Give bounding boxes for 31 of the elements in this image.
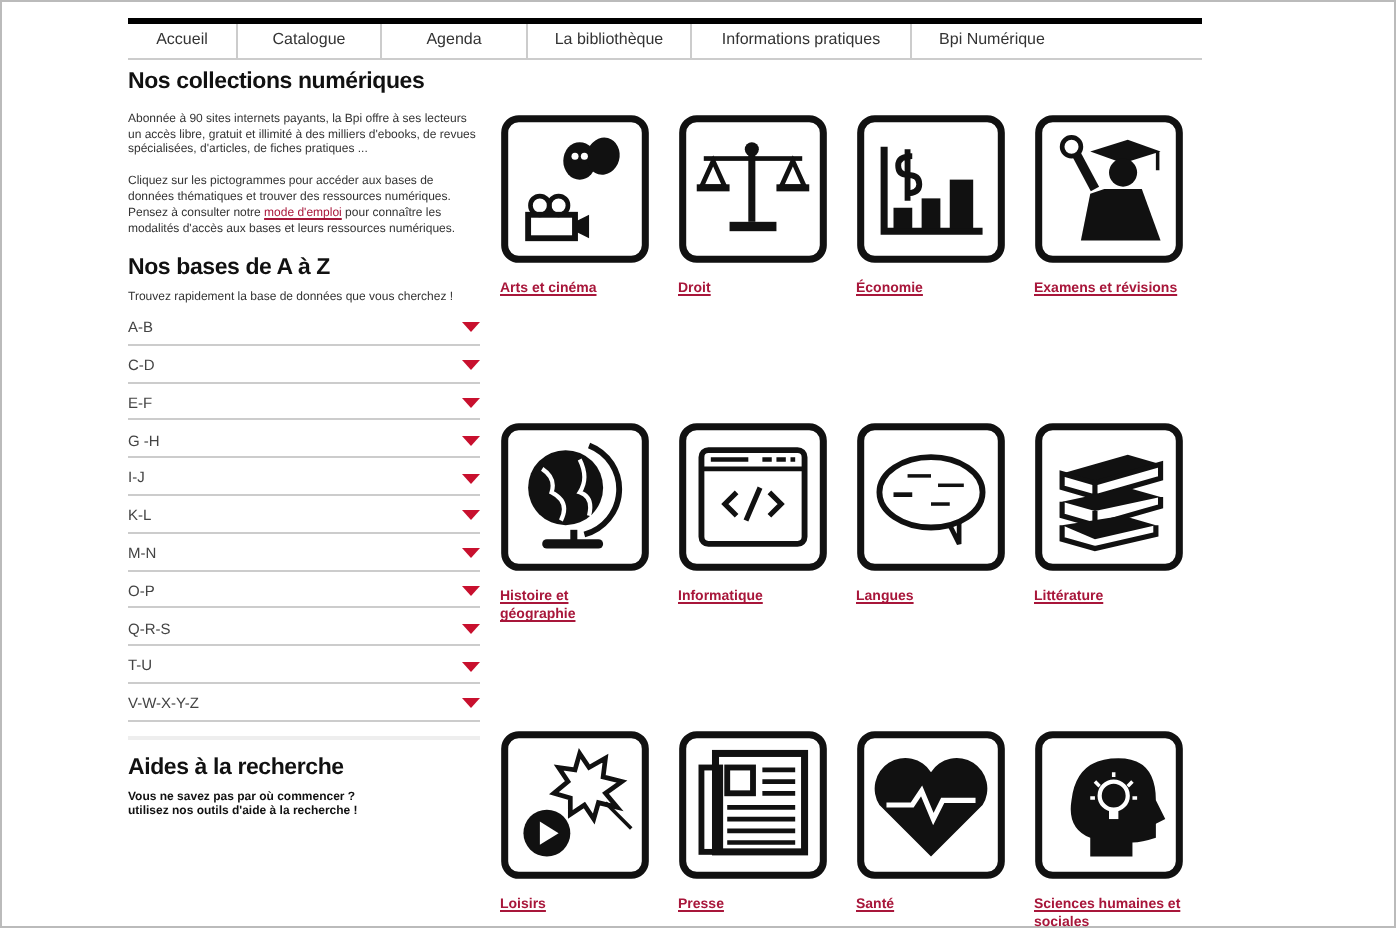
section-title: Aides à la recherche [128, 755, 346, 784]
scales-icon[interactable] [678, 114, 828, 264]
nav-link[interactable]: Bpi Numérique [912, 24, 1072, 58]
caret-icon [462, 585, 480, 596]
speech-bubble-icon[interactable] [856, 422, 1006, 572]
caret-icon [462, 661, 480, 672]
caret-icon [462, 473, 480, 484]
nav-link[interactable]: Catalogue [238, 24, 382, 58]
section-title: Nos collections numériques [128, 70, 427, 98]
globe-icon[interactable] [500, 422, 650, 572]
caret-icon [462, 435, 480, 446]
books-stack-icon[interactable] [1034, 422, 1184, 572]
head-lightbulb-icon[interactable] [1034, 730, 1184, 880]
play-burst-icon[interactable] [500, 730, 650, 880]
nav-link[interactable]: Informations pratiques [692, 24, 912, 58]
chart-bars-icon[interactable] [856, 114, 1006, 264]
caret-icon [462, 397, 480, 408]
section-title: Nos bases de A à Z [128, 256, 333, 285]
nav-link[interactable]: Accueil [128, 24, 238, 58]
caret-icon [462, 510, 480, 521]
nav-link[interactable]: La bibliothèque [528, 24, 692, 58]
code-window-icon[interactable] [678, 422, 828, 572]
caret-icon [462, 548, 480, 559]
nav-link[interactable]: Agenda [382, 24, 528, 58]
caret-icon [462, 698, 480, 709]
graduate-icon[interactable] [1034, 114, 1184, 264]
newspaper-icon[interactable] [678, 730, 828, 880]
caret-icon [462, 322, 480, 333]
heart-pulse-icon[interactable] [856, 730, 1006, 880]
caret-icon [462, 360, 480, 371]
caret-icon [462, 623, 480, 634]
